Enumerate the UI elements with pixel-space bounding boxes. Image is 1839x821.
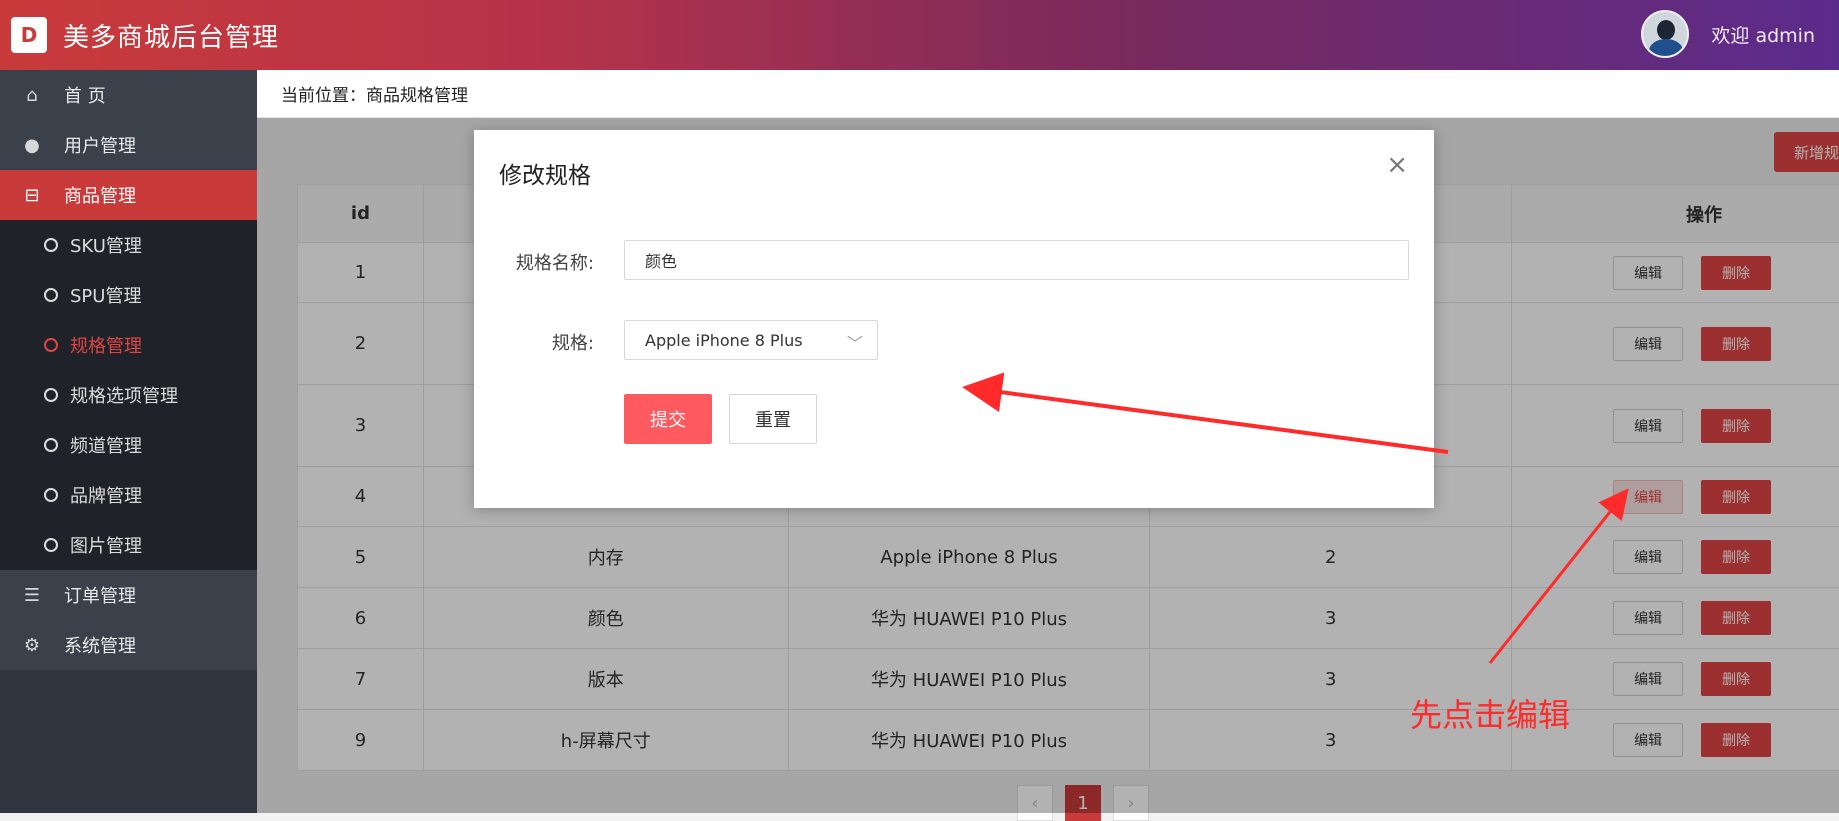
welcome-text: 欢迎 admin (1711, 21, 1815, 48)
sidebar-sub-spec[interactable]: 规格管理 (0, 320, 257, 370)
circle-icon (44, 288, 58, 302)
circle-icon (44, 488, 58, 502)
close-icon[interactable]: × (1386, 150, 1408, 180)
basket-icon: ⊟ (18, 185, 46, 206)
submit-button[interactable]: 提交 (624, 394, 712, 444)
sidebar-item-home[interactable]: ⌂ 首 页 (0, 70, 257, 120)
app-title: 美多商城后台管理 (63, 17, 279, 54)
sidebar-sub-spu[interactable]: SPU管理 (0, 270, 257, 320)
spec-select-value: Apple iPhone 8 Plus (645, 331, 803, 350)
sidebar-sub-brand[interactable]: 品牌管理 (0, 470, 257, 520)
goods-submenu: SKU管理 SPU管理 规格管理 规格选项管理 频道管理 品牌管理 图片管理 (0, 220, 257, 570)
edit-spec-modal: 修改规格 × 规格名称: 规格: Apple iPhone 8 Plus ﹀ 提… (474, 130, 1434, 508)
sidebar-item-system[interactable]: ⚙ 系统管理 (0, 620, 257, 670)
user-area[interactable]: 欢迎 admin (1641, 10, 1815, 58)
circle-icon (44, 338, 58, 352)
circle-icon (44, 538, 58, 552)
sidebar-item-orders[interactable]: ☰ 订单管理 (0, 570, 257, 620)
modal-title: 修改规格 (499, 156, 591, 190)
sidebar-sub-image[interactable]: 图片管理 (0, 520, 257, 570)
sidebar-item-users[interactable]: ● 用户管理 (0, 120, 257, 170)
avatar[interactable] (1641, 10, 1689, 58)
spec-name-input[interactable] (624, 240, 1409, 280)
sidebar-item-goods[interactable]: ⊟ 商品管理 (0, 170, 257, 220)
circle-icon (44, 388, 58, 402)
circle-icon (44, 238, 58, 252)
sidebar-sub-spec-option[interactable]: 规格选项管理 (0, 370, 257, 420)
sidebar: ⌂ 首 页 ● 用户管理 ⊟ 商品管理 SKU管理 SPU管理 规格管理 规格选… (0, 70, 257, 813)
spec-label: 规格: (474, 329, 594, 355)
sidebar-sub-sku[interactable]: SKU管理 (0, 220, 257, 270)
sidebar-sub-channel[interactable]: 频道管理 (0, 420, 257, 470)
breadcrumb: 当前位置：商品规格管理 (257, 70, 1839, 118)
list-icon: ☰ (18, 585, 46, 606)
chevron-down-icon: ﹀ (847, 330, 863, 354)
circle-icon (44, 438, 58, 452)
app-logo: D (11, 17, 47, 53)
spec-select[interactable]: Apple iPhone 8 Plus ﹀ (624, 320, 878, 360)
top-header: D 美多商城后台管理 欢迎 admin (0, 0, 1839, 70)
spec-name-label: 规格名称: (474, 249, 594, 275)
reset-button[interactable]: 重置 (729, 394, 817, 444)
annotation-text: 先点击编辑 (1410, 690, 1570, 736)
home-icon: ⌂ (18, 85, 46, 106)
user-icon: ● (18, 135, 46, 156)
gear-icon: ⚙ (18, 635, 46, 656)
